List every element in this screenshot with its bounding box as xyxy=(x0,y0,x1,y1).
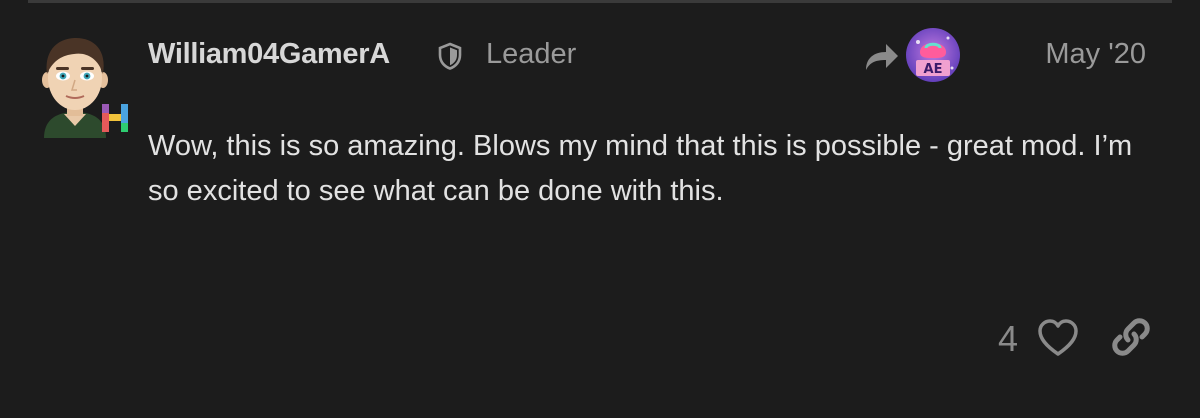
flair-letter: H xyxy=(115,102,116,104)
user-title: Leader xyxy=(486,38,577,70)
link-icon[interactable] xyxy=(1108,314,1154,360)
post-date[interactable]: May '20 xyxy=(1045,38,1146,71)
post-username[interactable]: William04GamerA xyxy=(148,38,390,71)
reply-avatar-label: AE xyxy=(924,62,943,77)
reply-arrow-icon[interactable] xyxy=(862,40,900,72)
post-body: Wow, this is so amazing. Blows my mind t… xyxy=(148,130,1133,207)
user-flair-badge: H xyxy=(102,102,128,132)
heart-icon[interactable] xyxy=(1037,318,1079,358)
post-top-divider xyxy=(28,0,1172,3)
reply-to-avatar[interactable]: AE xyxy=(906,28,960,82)
like-count[interactable]: 4 xyxy=(998,318,1018,360)
shield-icon xyxy=(438,42,462,70)
